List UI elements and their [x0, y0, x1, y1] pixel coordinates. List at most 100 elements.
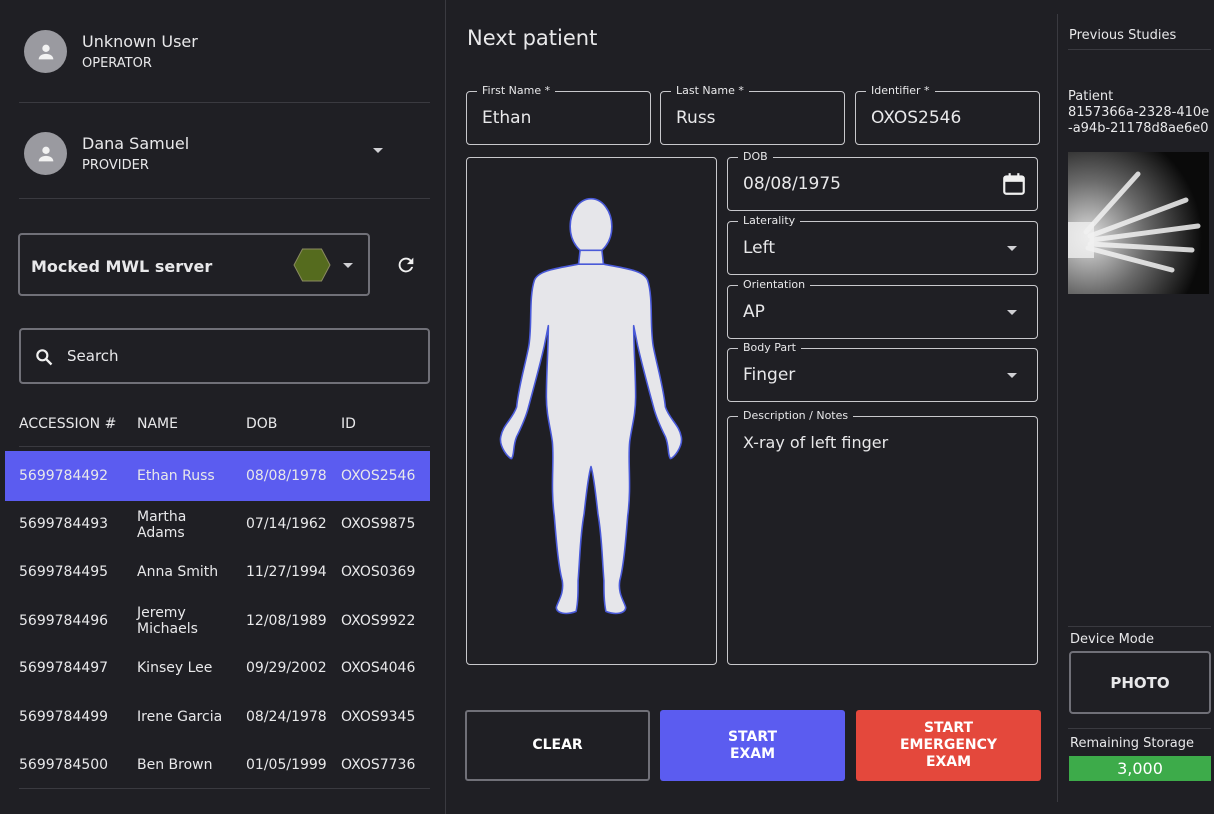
server-selector[interactable]: Mocked MWL server [18, 233, 370, 296]
last-name-field[interactable]: Last Name * Russ [660, 84, 845, 145]
provider-avatar [24, 132, 67, 175]
person-icon [38, 44, 53, 59]
dob-label: DOB [738, 150, 773, 163]
last-name-value: Russ [676, 108, 716, 128]
row-accession: 5699784495 [19, 564, 109, 580]
orientation-value: AP [743, 302, 765, 322]
chevron-down-icon [1007, 310, 1017, 315]
body-part-value: Finger [743, 365, 796, 385]
last-name-label: Last Name * [671, 84, 749, 97]
row-name: Ethan Russ [137, 468, 215, 484]
previous-study-label[interactable]: Patient 8157366a-2328-410e-a94b-21178d8a… [1068, 89, 1212, 137]
start-exam-button[interactable]: START EXAM [660, 710, 845, 781]
divider [1068, 626, 1211, 627]
operator-role: OPERATOR [82, 56, 152, 71]
row-dob: 12/08/1989 [246, 613, 327, 629]
table-row[interactable]: 5699784496 Jeremy Michaels 12/08/1989 OX… [5, 596, 430, 646]
first-name-field[interactable]: First Name * Ethan [466, 84, 651, 145]
identifier-field[interactable]: Identifier * OXOS2546 [855, 84, 1040, 145]
notes-value: X-ray of left finger [743, 433, 889, 452]
body-part-label: Body Part [738, 341, 801, 354]
identifier-label: Identifier * [866, 84, 935, 97]
row-id: OXOS9875 [341, 516, 416, 532]
dob-value: 08/08/1975 [743, 174, 841, 194]
row-accession: 5699784499 [19, 709, 109, 725]
start-emergency-exam-button[interactable]: START EMERGENCY EXAM [856, 710, 1041, 781]
chevron-down-icon [1007, 373, 1017, 378]
operator-row: Unknown User OPERATOR [24, 30, 198, 73]
server-dropdown-icon[interactable] [343, 263, 353, 268]
col-header-dob[interactable]: DOB [246, 416, 277, 432]
table-row[interactable]: 5699784499 Irene Garcia 08/24/1978 OXOS9… [5, 692, 430, 742]
search-placeholder: Search [67, 347, 119, 365]
human-body-silhouette[interactable] [467, 158, 716, 664]
device-mode-photo-button[interactable]: PHOTO [1069, 651, 1211, 714]
person-icon [38, 146, 53, 161]
divider [1068, 728, 1211, 729]
row-accession: 5699784497 [19, 660, 109, 676]
row-id: OXOS9922 [341, 613, 416, 629]
body-part-select[interactable]: Body Part Finger [727, 341, 1038, 402]
left-panel: Unknown User OPERATOR Dana Samuel PROVID… [0, 0, 446, 814]
row-dob: 08/08/1978 [246, 468, 327, 484]
row-dob: 11/27/1994 [246, 564, 327, 580]
row-dob: 01/05/1999 [246, 757, 327, 773]
laterality-label: Laterality [738, 214, 801, 227]
col-header-id[interactable]: ID [341, 416, 356, 432]
row-name: Martha Adams [137, 509, 187, 541]
search-icon [36, 349, 53, 366]
remaining-storage-value: 3,000 [1069, 756, 1211, 781]
provider-name: Dana Samuel [82, 134, 190, 153]
search-input[interactable]: Search [19, 328, 430, 384]
first-name-label: First Name * [477, 84, 556, 97]
divider [19, 102, 430, 103]
row-id: OXOS9345 [341, 709, 416, 725]
row-accession: 5699784496 [19, 613, 109, 629]
refresh-icon[interactable] [395, 254, 417, 276]
row-id: OXOS4046 [341, 660, 416, 676]
row-dob: 09/29/2002 [246, 660, 327, 676]
orientation-label: Orientation [738, 278, 811, 291]
hand-xray-image [1068, 152, 1209, 294]
remaining-storage-title: Remaining Storage [1070, 736, 1195, 751]
row-dob: 07/14/1962 [246, 516, 327, 532]
table-row[interactable]: 5699784497 Kinsey Lee 09/29/2002 OXOS404… [5, 643, 430, 693]
row-id: OXOS7736 [341, 757, 416, 773]
table-row[interactable]: 5699784495 Anna Smith 11/27/1994 OXOS036… [5, 547, 430, 597]
col-header-accession[interactable]: ACCESSION # [19, 416, 116, 432]
clear-button[interactable]: CLEAR [465, 710, 650, 781]
table-row[interactable]: 5699784493 Martha Adams 07/14/1962 OXOS9… [5, 499, 430, 549]
body-diagram[interactable] [466, 157, 717, 665]
table-row[interactable]: 5699784492 Ethan Russ 08/08/1978 OXOS254… [5, 451, 430, 501]
row-accession: 5699784500 [19, 757, 109, 773]
row-accession: 5699784493 [19, 516, 109, 532]
divider [19, 788, 430, 789]
provider-selector[interactable]: Dana Samuel PROVIDER [24, 132, 189, 175]
row-name: Anna Smith [137, 564, 219, 580]
server-status-hexagon-icon [293, 248, 331, 282]
divider [19, 446, 430, 447]
patient-id: 8157366a-2328-410e-a94b-21178d8ae6e0 [1068, 105, 1210, 136]
operator-name: Unknown User [82, 32, 198, 51]
notes-label: Description / Notes [738, 409, 854, 422]
orientation-select[interactable]: Orientation AP [727, 278, 1038, 339]
laterality-select[interactable]: Laterality Left [727, 214, 1038, 275]
row-id: OXOS0369 [341, 564, 416, 580]
row-id: OXOS2546 [341, 468, 416, 484]
provider-role: PROVIDER [82, 158, 149, 173]
previous-study-thumbnail[interactable] [1068, 152, 1209, 294]
provider-dropdown-icon[interactable] [373, 148, 383, 153]
identifier-value: OXOS2546 [871, 108, 962, 128]
laterality-value: Left [743, 238, 775, 258]
row-name: Kinsey Lee [137, 660, 213, 676]
row-name: Jeremy Michaels [137, 605, 198, 637]
calendar-icon[interactable] [1001, 171, 1027, 197]
table-row[interactable]: 5699784500 Ben Brown 01/05/1999 OXOS7736 [5, 740, 430, 790]
notes-textarea[interactable]: Description / Notes X-ray of left finger [727, 409, 1038, 665]
row-accession: 5699784492 [19, 468, 109, 484]
dob-field[interactable]: DOB 08/08/1975 [727, 150, 1038, 211]
panel-divider [1057, 14, 1058, 802]
row-dob: 08/24/1978 [246, 709, 327, 725]
col-header-name[interactable]: NAME [137, 416, 178, 432]
first-name-value: Ethan [482, 108, 532, 128]
